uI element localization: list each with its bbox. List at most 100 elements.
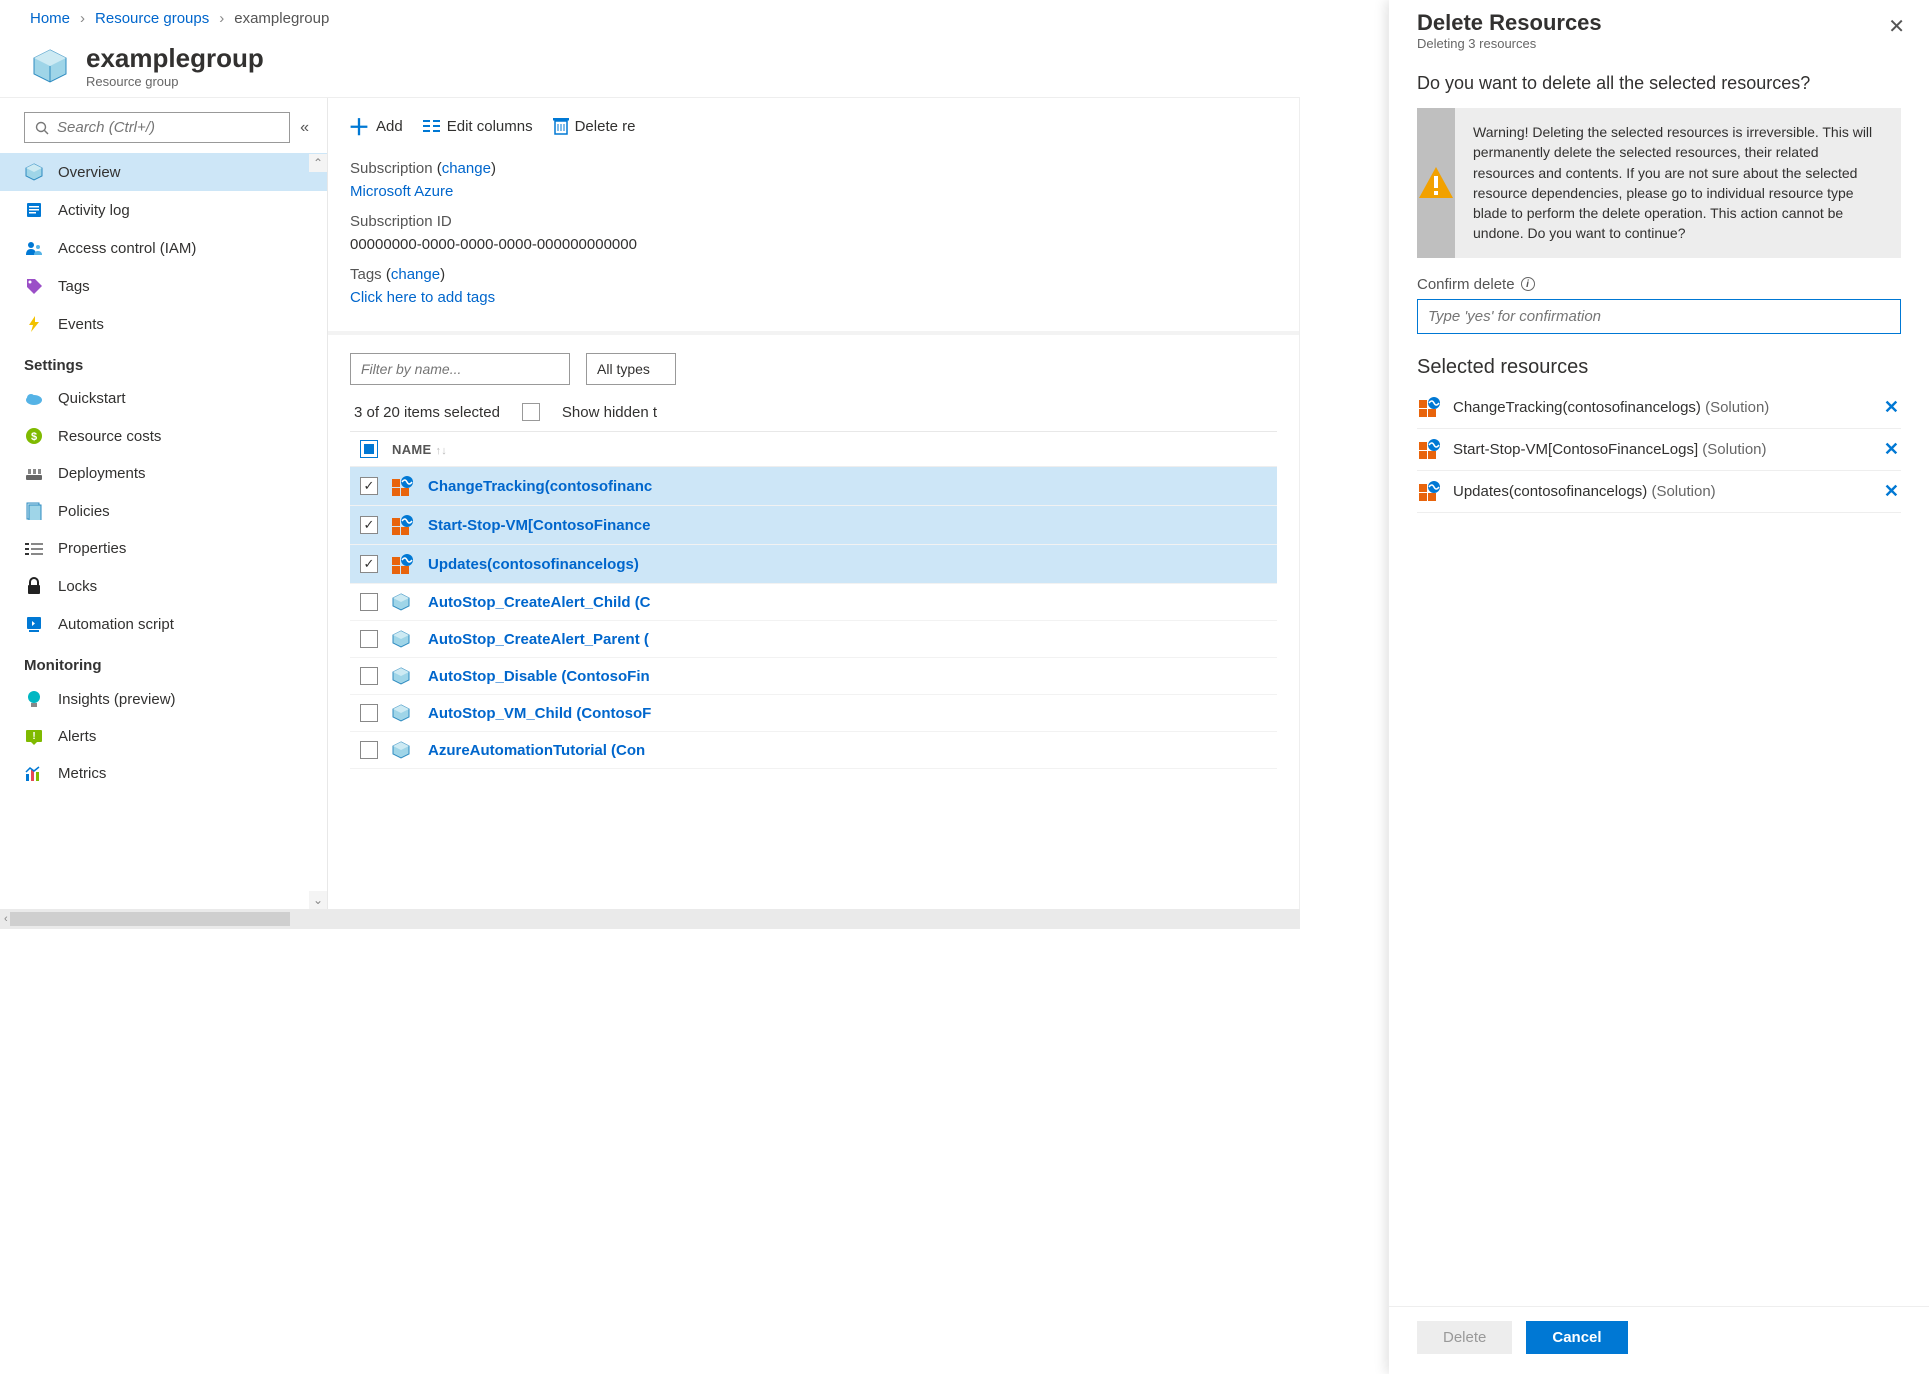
resource-name-link[interactable]: AutoStop_Disable (ContosoFin bbox=[428, 668, 650, 685]
sidebar-item-access-control-iam-[interactable]: Access control (IAM) bbox=[0, 229, 327, 267]
subscription-id-label: Subscription ID bbox=[350, 213, 452, 230]
table-row[interactable]: ✓ Start-Stop-VM[ContosoFinance bbox=[350, 506, 1277, 545]
sidebar-item-deployments[interactable]: Deployments bbox=[0, 455, 327, 492]
remove-resource-icon[interactable]: ✕ bbox=[1884, 481, 1899, 502]
subscription-label: Subscription bbox=[350, 160, 433, 177]
sidebar-item-quickstart[interactable]: Quickstart bbox=[0, 380, 327, 417]
breadcrumb-resource-groups[interactable]: Resource groups bbox=[95, 10, 209, 27]
cancel-button[interactable]: Cancel bbox=[1526, 1321, 1627, 1354]
row-checkbox[interactable]: ✓ bbox=[360, 516, 378, 534]
panel-title: Delete Resources bbox=[1417, 10, 1602, 36]
warning-icon bbox=[1417, 164, 1455, 202]
sidebar-item-overview[interactable]: Overview bbox=[0, 153, 327, 191]
delete-label: Delete re bbox=[575, 118, 636, 135]
sort-icon: ↑↓ bbox=[435, 445, 447, 457]
table-header: NAME↑↓ bbox=[350, 432, 1277, 467]
change-subscription-link[interactable]: change bbox=[442, 160, 491, 177]
show-hidden-checkbox[interactable] bbox=[522, 403, 540, 421]
add-tags-link[interactable]: Click here to add tags bbox=[350, 289, 495, 306]
table-row[interactable]: AutoStop_Disable (ContosoFin bbox=[350, 658, 1277, 695]
sidebar-item-tags[interactable]: Tags bbox=[0, 267, 327, 305]
subscription-value[interactable]: Microsoft Azure bbox=[350, 183, 453, 200]
search-input[interactable] bbox=[57, 119, 279, 136]
sidebar-item-policies[interactable]: Policies bbox=[0, 492, 327, 530]
row-checkbox[interactable]: ✓ bbox=[360, 555, 378, 573]
iam-icon bbox=[24, 239, 44, 257]
filter-by-name-input[interactable] bbox=[350, 353, 570, 385]
row-checkbox[interactable] bbox=[360, 630, 378, 648]
table-row[interactable]: ✓ Updates(contosofinancelogs) bbox=[350, 545, 1277, 584]
resource-name-link[interactable]: Updates(contosofinancelogs) bbox=[428, 556, 639, 573]
horizontal-scrollbar[interactable]: ‹ bbox=[0, 909, 1300, 929]
tag-icon bbox=[24, 277, 44, 295]
remove-resource-icon[interactable]: ✕ bbox=[1884, 439, 1899, 460]
scroll-up-icon[interactable]: ⌃ bbox=[309, 154, 327, 172]
collapse-sidebar-icon[interactable]: « bbox=[296, 119, 313, 137]
bulb-icon bbox=[24, 690, 44, 708]
sidebar-item-activity-log[interactable]: Activity log bbox=[0, 191, 327, 229]
add-button[interactable]: ＋ Add bbox=[348, 110, 403, 142]
resource-type-icon bbox=[392, 630, 414, 648]
sidebar-item-automation-script[interactable]: Automation script bbox=[0, 605, 327, 643]
row-checkbox[interactable] bbox=[360, 741, 378, 759]
sidebar-item-resource-costs[interactable]: $Resource costs bbox=[0, 417, 327, 455]
confirm-delete-input[interactable] bbox=[1417, 299, 1901, 334]
breadcrumb-home[interactable]: Home bbox=[30, 10, 70, 27]
sidebar-item-label: Events bbox=[58, 316, 104, 333]
resource-type-icon bbox=[1419, 397, 1441, 417]
bolt-icon bbox=[24, 315, 44, 333]
search-icon bbox=[35, 121, 49, 135]
row-checkbox[interactable] bbox=[360, 593, 378, 611]
row-checkbox[interactable] bbox=[360, 704, 378, 722]
sidebar-item-alerts[interactable]: !Alerts bbox=[0, 718, 327, 755]
close-panel-icon[interactable]: ✕ bbox=[1884, 10, 1909, 43]
sidebar-item-label: Quickstart bbox=[58, 390, 126, 407]
delete-rg-button[interactable]: Delete re bbox=[553, 117, 636, 135]
table-row[interactable]: ✓ ChangeTracking(contosofinanc bbox=[350, 467, 1277, 506]
table-row[interactable]: AutoStop_CreateAlert_Parent ( bbox=[350, 621, 1277, 658]
resource-type-icon bbox=[392, 593, 414, 611]
sidebar-item-properties[interactable]: Properties bbox=[0, 530, 327, 567]
tags-label: Tags bbox=[350, 266, 382, 283]
policy-icon bbox=[24, 502, 44, 520]
sidebar-item-locks[interactable]: Locks bbox=[0, 567, 327, 605]
type-filter-dropdown[interactable]: All types bbox=[586, 353, 676, 385]
info-icon[interactable]: i bbox=[1521, 277, 1535, 291]
column-name[interactable]: NAME↑↓ bbox=[392, 442, 447, 457]
resource-name-link[interactable]: ChangeTracking(contosofinanc bbox=[428, 478, 652, 495]
table-row[interactable]: AutoStop_VM_Child (ContosoF bbox=[350, 695, 1277, 732]
select-all-checkbox[interactable] bbox=[360, 440, 378, 458]
resource-type-icon bbox=[392, 741, 414, 759]
resource-name-link[interactable]: AutoStop_CreateAlert_Parent ( bbox=[428, 631, 649, 648]
script-icon bbox=[24, 615, 44, 633]
resource-name-link[interactable]: AutoStop_VM_Child (ContosoF bbox=[428, 705, 651, 722]
change-tags-link[interactable]: change bbox=[391, 266, 440, 283]
edit-columns-button[interactable]: Edit columns bbox=[423, 118, 533, 135]
edit-columns-label: Edit columns bbox=[447, 118, 533, 135]
resource-name-link[interactable]: Start-Stop-VM[ContosoFinance bbox=[428, 517, 651, 534]
sidebar-item-events[interactable]: Events bbox=[0, 305, 327, 343]
resource-name-link[interactable]: AutoStop_CreateAlert_Child (C bbox=[428, 594, 651, 611]
sidebar-item-insights-preview-[interactable]: Insights (preview) bbox=[0, 680, 327, 718]
remove-resource-icon[interactable]: ✕ bbox=[1884, 397, 1899, 418]
selected-resource-row: ChangeTracking(contosofinancelogs) (Solu… bbox=[1417, 387, 1901, 429]
props-icon bbox=[24, 542, 44, 556]
resource-name-link[interactable]: AzureAutomationTutorial (Con bbox=[428, 742, 645, 759]
resource-type-icon bbox=[1419, 481, 1441, 501]
sidebar-item-label: Locks bbox=[58, 578, 97, 595]
table-row[interactable]: AutoStop_CreateAlert_Child (C bbox=[350, 584, 1277, 621]
table-row[interactable]: AzureAutomationTutorial (Con bbox=[350, 732, 1277, 769]
row-checkbox[interactable] bbox=[360, 667, 378, 685]
toolbar: ＋ Add Edit columns Delete re bbox=[328, 98, 1299, 154]
sidebar-item-metrics[interactable]: Metrics bbox=[0, 755, 327, 792]
resource-type-icon bbox=[392, 515, 414, 535]
resource-group-header: examplegroup Resource group bbox=[0, 37, 1300, 97]
sidebar-search[interactable] bbox=[24, 112, 290, 143]
delete-button[interactable]: Delete bbox=[1417, 1321, 1512, 1354]
row-checkbox[interactable]: ✓ bbox=[360, 477, 378, 495]
scroll-down-icon[interactable]: ⌄ bbox=[309, 891, 327, 909]
resource-type-icon bbox=[392, 554, 414, 574]
sidebar-item-label: Alerts bbox=[58, 728, 96, 745]
sidebar-item-label: Insights (preview) bbox=[58, 691, 176, 708]
subscription-id-value: 00000000-0000-0000-0000-000000000000 bbox=[350, 236, 637, 253]
